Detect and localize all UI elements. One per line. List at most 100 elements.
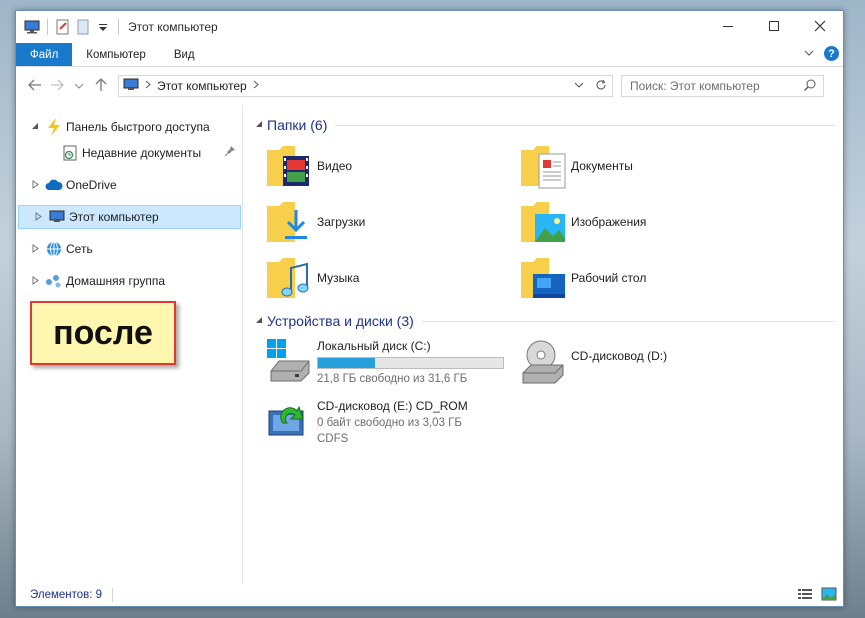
status-bar: Элементов: 9 xyxy=(16,584,843,606)
window-title: Этот компьютер xyxy=(128,20,218,34)
maximize-button[interactable] xyxy=(751,11,797,41)
toolbar-divider xyxy=(118,19,119,35)
properties-icon[interactable] xyxy=(55,19,71,35)
drive-info: Локальный диск (C:) 21,8 ГБ свободно из … xyxy=(317,339,504,386)
expand-arrow-icon[interactable] xyxy=(28,243,42,255)
folder-documents[interactable]: Документы xyxy=(519,141,773,191)
group-divider xyxy=(335,124,835,126)
up-button[interactable] xyxy=(90,77,112,95)
folder-desktop[interactable]: Рабочий стол xyxy=(519,253,773,303)
music-folder-icon xyxy=(265,254,315,302)
search-icon[interactable] xyxy=(803,78,817,95)
navigation-pane: Панель быстрого доступа Недавние докумен… xyxy=(16,105,243,584)
folder-music[interactable]: Музыка xyxy=(265,253,519,303)
computer-icon[interactable] xyxy=(24,19,40,35)
disk-usage-fill xyxy=(318,358,376,368)
devices-grid: Локальный диск (C:) 21,8 ГБ свободно из … xyxy=(265,337,835,453)
lightning-icon xyxy=(45,118,63,136)
minimize-button[interactable] xyxy=(705,11,751,41)
nav-item-this-pc[interactable]: Этот компьютер xyxy=(18,205,241,229)
expand-arrow-icon[interactable] xyxy=(28,275,42,287)
address-actions xyxy=(568,76,612,96)
folder-label: Видео xyxy=(317,159,353,173)
tab-file[interactable]: Файл xyxy=(16,43,73,66)
drive-name: CD-дисковод (E:) CD_ROM xyxy=(317,399,468,413)
cd-rom-setup-icon xyxy=(265,397,315,445)
nav-item-onedrive[interactable]: OneDrive xyxy=(16,173,242,197)
folders-group-header[interactable]: Папки (6) xyxy=(255,115,835,135)
folder-label: Музыка xyxy=(317,271,360,285)
nav-item-label: Недавние документы xyxy=(82,146,202,160)
tab-view[interactable]: Вид xyxy=(160,43,209,66)
collapse-arrow-icon[interactable] xyxy=(255,316,265,326)
cd-drive-icon xyxy=(519,337,569,385)
collapse-arrow-icon[interactable] xyxy=(28,122,42,132)
desktop-folder-icon xyxy=(519,254,569,302)
view-switcher xyxy=(797,587,837,604)
drive-info: CD-дисковод (E:) CD_ROM 0 байт свободно … xyxy=(317,399,468,446)
tab-computer[interactable]: Компьютер xyxy=(72,43,160,66)
nav-item-label: Этот компьютер xyxy=(69,210,159,224)
explorer-body: Панель быстрого доступа Недавние докумен… xyxy=(16,105,843,584)
local-disk-icon xyxy=(265,337,315,385)
forward-button[interactable] xyxy=(46,78,68,94)
nav-item-network[interactable]: Сеть xyxy=(16,237,242,261)
address-field[interactable]: Этот компьютер xyxy=(118,75,613,97)
search-input[interactable]: Поиск: Этот компьютер xyxy=(621,75,824,97)
expand-arrow-icon[interactable] xyxy=(31,211,45,223)
computer-icon xyxy=(123,78,139,95)
network-icon xyxy=(45,240,63,258)
back-button[interactable] xyxy=(24,78,46,94)
close-button[interactable] xyxy=(797,11,843,41)
content-pane: Папки (6) Видео Документы Загрузки Изобр… xyxy=(243,105,843,584)
help-button[interactable]: ? xyxy=(824,46,839,61)
drive-c[interactable]: Локальный диск (C:) 21,8 ГБ свободно из … xyxy=(265,337,519,393)
expand-arrow-icon[interactable] xyxy=(28,179,42,191)
recent-locations-button[interactable] xyxy=(68,78,90,94)
breadcrumb-chevron-icon[interactable] xyxy=(253,80,259,92)
refresh-icon[interactable] xyxy=(590,79,612,94)
nav-item-recent-documents[interactable]: Недавние документы xyxy=(16,141,242,165)
downloads-folder-icon xyxy=(265,198,315,246)
drive-filesystem: CDFS xyxy=(317,433,349,445)
group-title: Папки (6) xyxy=(267,117,328,133)
expand-ribbon-icon[interactable] xyxy=(804,47,814,61)
nav-item-quick-access[interactable]: Панель быстрого доступа xyxy=(16,115,242,139)
nav-item-label: Домашняя группа xyxy=(66,274,166,288)
folder-video[interactable]: Видео xyxy=(265,141,519,191)
explorer-window: Этот компьютер Файл Компьютер Вид ? Этот… xyxy=(15,10,844,607)
drive-free-space: 0 байт свободно из 3,03 ГБ xyxy=(317,417,462,429)
drive-info: CD-дисковод (D:) xyxy=(571,339,667,363)
address-toolbar: Этот компьютер Поиск: Этот компьютер xyxy=(16,67,843,105)
pin-icon[interactable] xyxy=(224,145,236,160)
nav-item-homegroup[interactable]: Домашняя группа xyxy=(16,269,242,293)
nav-item-label: Сеть xyxy=(66,242,93,256)
customize-toolbar-icon[interactable] xyxy=(95,19,111,35)
breadcrumb[interactable]: Этот компьютер xyxy=(157,79,247,93)
folder-pictures[interactable]: Изображения xyxy=(519,197,773,247)
folder-label: Документы xyxy=(571,159,633,173)
devices-group-header[interactable]: Устройства и диски (3) xyxy=(255,311,835,331)
drive-e[interactable]: CD-дисковод (E:) CD_ROM 0 байт свободно … xyxy=(265,397,519,453)
drive-name: Локальный диск (C:) xyxy=(317,339,431,353)
toolbar-divider xyxy=(47,19,48,35)
ribbon-right: ? xyxy=(804,46,839,61)
homegroup-icon xyxy=(45,272,63,290)
drive-name: CD-дисковод (D:) xyxy=(571,349,668,363)
drive-d[interactable]: CD-дисковод (D:) xyxy=(519,337,773,393)
new-folder-icon[interactable] xyxy=(75,19,91,35)
breadcrumb-chevron-icon[interactable] xyxy=(145,80,151,92)
collapse-arrow-icon[interactable] xyxy=(255,120,265,130)
recent-documents-icon xyxy=(61,144,79,162)
window-controls xyxy=(705,11,843,41)
video-folder-icon xyxy=(265,142,315,190)
ribbon-tabs: Файл Компьютер Вид ? xyxy=(16,43,843,67)
title-bar: Этот компьютер xyxy=(16,11,843,43)
address-dropdown-icon[interactable] xyxy=(568,80,590,92)
folders-grid: Видео Документы Загрузки Изображения Муз… xyxy=(265,141,835,303)
quick-access-toolbar xyxy=(16,19,122,35)
details-view-icon[interactable] xyxy=(797,587,813,604)
large-icons-view-icon[interactable] xyxy=(821,587,837,604)
folder-downloads[interactable]: Загрузки xyxy=(265,197,519,247)
search-placeholder: Поиск: Этот компьютер xyxy=(630,79,760,93)
